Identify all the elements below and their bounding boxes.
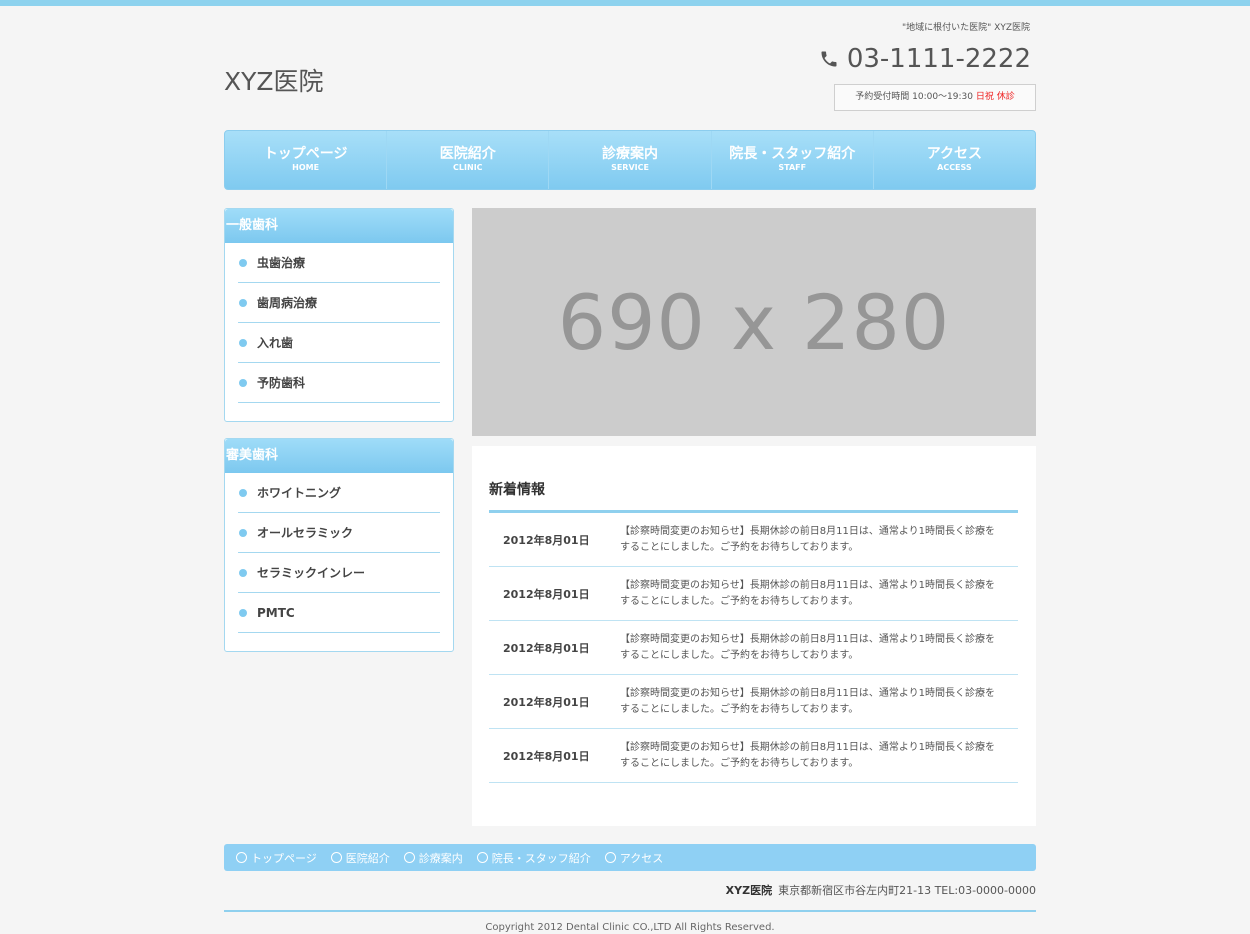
news-item: 2012年8月01日 【診察時間変更のお知らせ】長期休診の前日8月11日は、通常…	[489, 675, 1018, 729]
news-text: 【診察時間変更のお知らせ】長期休診の前日8月11日は、通常より1時間長く診療をす…	[620, 741, 996, 769]
phone-number: 03-1111-2222	[819, 44, 1031, 74]
footer-nav-label: 診療案内	[418, 851, 463, 865]
bullet-dot-icon	[239, 258, 247, 267]
tagline: "地域に根付いた医院" XYZ医院	[902, 23, 1030, 33]
nav-label-jp: トップページ	[263, 146, 348, 162]
footer-nav-label: 院長・スタッフ紹介	[491, 851, 591, 865]
bullet-dot-icon	[239, 338, 247, 347]
sidebar-general-dentistry: 一般歯科 虫歯治療 歯周病治療 入れ歯 予防歯科	[224, 208, 454, 422]
footer-nav: トップページ 医院紹介 診療案内 院長・スタッフ紹介 アクセス	[224, 844, 1036, 871]
sidebar-heading: 一般歯科	[225, 209, 453, 243]
sidebar-item[interactable]: セラミックインレー	[238, 553, 440, 593]
news-item: 2012年8月01日 【診察時間変更のお知らせ】長期休診の前日8月11日は、通常…	[489, 567, 1018, 621]
sidebar-item[interactable]: 歯周病治療	[238, 283, 440, 323]
phone-number-text: 03-1111-2222	[846, 44, 1031, 74]
news-date: 2012年8月01日	[503, 641, 590, 655]
sidebar-item-label: 虫歯治療	[257, 256, 306, 270]
hero-image-placeholder: 690 x 280	[472, 208, 1036, 436]
sidebar-item-label: 予防歯科	[257, 376, 306, 390]
nav-service[interactable]: 診療案内 SERVICE	[549, 131, 712, 189]
bullet-dot-icon	[239, 568, 247, 577]
sidebar-item[interactable]: 入れ歯	[238, 323, 440, 363]
news-text: 【診察時間変更のお知らせ】長期休診の前日8月11日は、通常より1時間長く診療をす…	[620, 525, 996, 553]
nav-label-jp: 診療案内	[602, 146, 658, 162]
news-title: 新着情報	[489, 482, 545, 498]
sidebar-item-label: オールセラミック	[257, 526, 354, 540]
sidebar-item-label: PMTC	[257, 605, 295, 620]
news-section: 新着情報 2012年8月01日 【診察時間変更のお知らせ】長期休診の前日8月11…	[472, 446, 1036, 826]
nav-label-en: CLINIC	[453, 163, 483, 172]
footer-nav-access[interactable]: アクセス	[604, 850, 664, 866]
site-logo[interactable]: XYZ医院	[224, 62, 324, 98]
footer-nav-service[interactable]: 診療案内	[403, 850, 463, 866]
sidebar-item[interactable]: 虫歯治療	[238, 243, 440, 283]
news-item: 2012年8月01日 【診察時間変更のお知らせ】長期休診の前日8月11日は、通常…	[489, 729, 1018, 783]
circle-icon	[604, 852, 616, 863]
news-text: 【診察時間変更のお知らせ】長期休診の前日8月11日は、通常より1時間長く診療をす…	[620, 687, 996, 715]
sidebar-cosmetic-dentistry: 審美歯科 ホワイトニング オールセラミック セラミックインレー PMTC	[224, 438, 454, 652]
nav-label-en: HOME	[292, 163, 320, 172]
sidebar-item[interactable]: 予防歯科	[238, 363, 440, 403]
footer-address: XYZ医院 東京都新宿区市谷左内町21-13 TEL:03-0000-0000	[726, 882, 1036, 898]
news-item: 2012年8月01日 【診察時間変更のお知らせ】長期休診の前日8月11日は、通常…	[489, 621, 1018, 675]
footer-nav-label: 医院紹介	[345, 851, 390, 865]
copyright: Copyright 2012 Dental Clinic CO.,LTD All…	[485, 922, 775, 933]
news-item: 2012年8月01日 【診察時間変更のお知らせ】長期休診の前日8月11日は、通常…	[489, 513, 1018, 567]
nav-label-en: ACCESS	[937, 163, 972, 172]
global-nav: トップページ HOME 医院紹介 CLINIC 診療案内 SERVICE 院長・…	[224, 130, 1036, 190]
sidebar-menu: ホワイトニング オールセラミック セラミックインレー PMTC	[225, 473, 453, 651]
circle-icon	[236, 852, 247, 863]
nav-label-jp: 院長・スタッフ紹介	[729, 146, 856, 162]
nav-label-jp: 医院紹介	[439, 146, 496, 162]
nav-label-jp: アクセス	[926, 146, 983, 162]
circle-icon	[330, 852, 342, 863]
nav-home[interactable]: トップページ HOME	[225, 131, 388, 189]
sidebar-item-label: ホワイトニング	[257, 486, 342, 500]
nav-access[interactable]: アクセス ACCESS	[874, 131, 1035, 189]
footer-divider	[224, 910, 1036, 912]
nav-clinic[interactable]: 医院紹介 CLINIC	[387, 131, 550, 189]
news-date: 2012年8月01日	[503, 587, 590, 601]
sidebar-item-label: 歯周病治療	[257, 296, 318, 310]
news-date: 2012年8月01日	[503, 749, 590, 763]
sidebar-item[interactable]: ホワイトニング	[238, 473, 440, 513]
circle-icon	[476, 852, 488, 863]
news-date: 2012年8月01日	[503, 533, 590, 547]
news-text: 【診察時間変更のお知らせ】長期休診の前日8月11日は、通常より1時間長く診療をす…	[620, 579, 996, 607]
news-date: 2012年8月01日	[503, 695, 590, 709]
reservation-hours: 予約受付時間 10:00〜19:30 日祝 休診	[834, 84, 1036, 111]
bullet-dot-icon	[239, 528, 247, 537]
footer-nav-clinic[interactable]: 医院紹介	[330, 850, 390, 866]
footer-clinic-name: XYZ医院	[725, 884, 773, 897]
hours-label: 予約受付時間 10:00〜19:30	[855, 92, 973, 102]
bullet-dot-icon	[239, 378, 247, 387]
footer-nav-label: アクセス	[619, 851, 664, 865]
bullet-dot-icon	[239, 608, 247, 617]
sidebar-heading: 審美歯科	[225, 439, 453, 473]
closed-days: 日祝 休診	[975, 92, 1015, 102]
circle-icon	[403, 852, 415, 863]
bullet-dot-icon	[239, 298, 247, 307]
news-text: 【診察時間変更のお知らせ】長期休診の前日8月11日は、通常より1時間長く診療をす…	[620, 633, 996, 661]
footer-nav-staff[interactable]: 院長・スタッフ紹介	[476, 850, 591, 866]
sidebar-menu: 虫歯治療 歯周病治療 入れ歯 予防歯科	[225, 243, 453, 421]
footer-address-text: 東京都新宿区市谷左内町21-13 TEL:03-0000-0000	[778, 884, 1036, 897]
placeholder-text: 690 x 280	[557, 277, 951, 367]
footer-nav-home[interactable]: トップページ	[236, 850, 317, 866]
footer-nav-label: トップページ	[251, 851, 317, 865]
nav-label-en: STAFF	[778, 163, 807, 172]
news-list: 2012年8月01日 【診察時間変更のお知らせ】長期休診の前日8月11日は、通常…	[489, 513, 1018, 783]
nav-staff[interactable]: 院長・スタッフ紹介 STAFF	[712, 131, 874, 189]
phone-icon	[821, 51, 837, 67]
nav-label-en: SERVICE	[611, 163, 649, 172]
page-container: "地域に根付いた医院" XYZ医院 XYZ医院 03-1111-2222 予約受…	[224, 0, 1036, 934]
bullet-dot-icon	[239, 488, 247, 497]
sidebar-item[interactable]: オールセラミック	[238, 513, 440, 553]
sidebar-item-label: セラミックインレー	[257, 566, 366, 580]
sidebar-item[interactable]: PMTC	[238, 593, 440, 633]
sidebar-item-label: 入れ歯	[257, 336, 294, 350]
